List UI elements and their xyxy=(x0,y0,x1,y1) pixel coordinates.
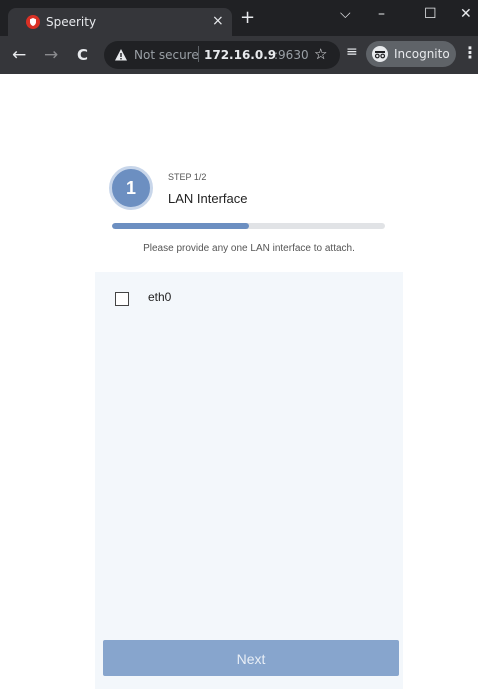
close-window-icon[interactable]: ✕ xyxy=(460,6,472,22)
bookmark-star-icon[interactable]: ☆ xyxy=(314,45,327,63)
step-number: 1 xyxy=(125,178,136,198)
browser-tab-bar: Speerity × + ⌵ – ☐ ✕ xyxy=(0,0,478,36)
progress-bar-fill xyxy=(112,223,249,229)
browser-tab[interactable]: Speerity × xyxy=(8,8,232,36)
interface-checkbox[interactable] xyxy=(115,292,129,306)
url-host: 172.16.0.9 xyxy=(204,48,277,62)
browser-menu-icon[interactable]: ⋮ xyxy=(462,43,478,62)
url-divider xyxy=(198,46,199,62)
forward-icon[interactable]: → xyxy=(44,45,58,65)
shield-favicon-icon xyxy=(26,15,40,29)
progress-bar xyxy=(112,223,385,229)
page-content: 1 STEP 1/2 LAN Interface Please provide … xyxy=(0,74,478,697)
step-count: STEP 1/2 xyxy=(168,172,207,182)
incognito-label: Incognito xyxy=(394,47,450,61)
address-bar[interactable]: Not secure 172.16.0.9 :9630 ☆ xyxy=(104,41,340,69)
warning-icon xyxy=(115,49,127,61)
maximize-icon[interactable]: ☐ xyxy=(424,6,437,22)
security-status: Not secure xyxy=(134,48,199,62)
reload-icon[interactable]: C xyxy=(77,45,88,65)
next-button[interactable]: Next xyxy=(103,640,399,676)
media-control-icon[interactable]: ≡ xyxy=(346,44,358,60)
tab-title: Speerity xyxy=(46,15,97,29)
incognito-badge[interactable]: Incognito xyxy=(366,41,456,67)
new-tab-button[interactable]: + xyxy=(240,8,255,28)
wizard-header: 1 STEP 1/2 LAN Interface Please provide … xyxy=(95,154,403,272)
incognito-icon xyxy=(372,46,388,62)
wizard-card: 1 STEP 1/2 LAN Interface Please provide … xyxy=(95,154,403,689)
url-port: :9630 xyxy=(274,48,309,62)
step-description: Please provide any one LAN interface to … xyxy=(143,243,355,254)
step-title: LAN Interface xyxy=(168,191,248,206)
minimize-icon[interactable]: – xyxy=(378,6,385,22)
interface-label: eth0 xyxy=(148,290,172,304)
tab-search-icon[interactable]: ⌵ xyxy=(340,6,351,22)
back-icon[interactable]: ← xyxy=(12,45,26,65)
interface-option-eth0[interactable]: eth0 xyxy=(115,290,375,310)
tab-close-icon[interactable]: × xyxy=(212,13,224,29)
step-indicator: 1 xyxy=(109,166,153,210)
